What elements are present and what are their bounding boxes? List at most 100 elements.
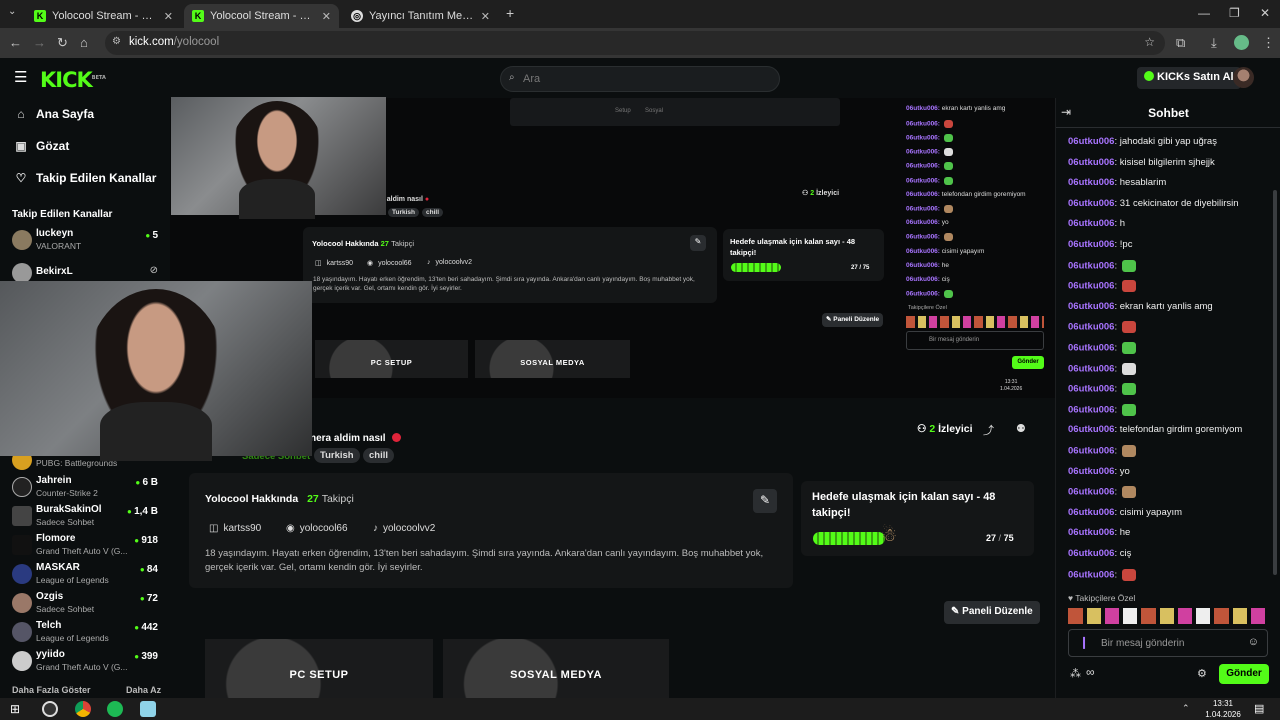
new-tab-icon[interactable]: + [506,5,514,21]
chat-username[interactable]: 06utku006 [1068,157,1114,168]
windows-start-icon[interactable]: ⊞ [10,702,20,716]
chat-username[interactable]: 06utku006 [1068,548,1114,559]
chat-username[interactable]: 06utku006 [1068,466,1114,477]
close-window-icon[interactable]: ✕ [1260,6,1270,20]
chat-username[interactable]: 06utku006 [1068,446,1114,457]
back-icon[interactable]: ← [9,35,22,50]
browser-tab-2[interactable]: K Yolocool Stream - Watch Live on ✕ [184,4,339,28]
chat-username[interactable]: 06utku006 [1068,343,1114,354]
panel-social-media[interactable]: SOSYAL MEDYA [443,639,669,698]
chat-message-input[interactable]: ❙ Bir mesaj gönderin ☺ [1068,629,1268,657]
follow-user-icon[interactable]: ⚉ [1016,422,1026,435]
channel-item[interactable]: MASKAR League of Legends 84 [10,561,160,589]
home-icon[interactable]: ⌂ [80,35,88,50]
notification-icon[interactable]: ▤ [1254,702,1264,715]
channel-item[interactable]: Jahrein Counter-Strike 2 6 B [10,474,160,502]
chat-scrollbar[interactable] [1273,190,1277,575]
avatar [12,263,32,283]
download-icon[interactable]: ⤓ [1211,35,1217,51]
follower-emotes-label: ♥ Takipçilere Özel [1068,593,1136,603]
microphone-icon[interactable]: ❙ [1079,635,1089,649]
hamburger-menu-icon[interactable]: ☰ [14,68,27,86]
chat-username[interactable]: 06utku006 [1068,281,1114,292]
search-input[interactable]: ⌕ Ara [500,66,780,92]
chat-username[interactable]: 06utku006 [1068,507,1114,518]
extensions-icon[interactable]: ⧉ [1176,35,1185,51]
close-tab-icon[interactable]: ✕ [481,10,490,23]
chat-username[interactable]: 06utku006 [1068,301,1114,312]
spotify-icon[interactable] [107,701,123,717]
chat-username[interactable]: 06utku006 [1068,384,1114,395]
edit-panels-button[interactable]: ✎ Paneli Düzenle [944,601,1040,624]
channel-item[interactable]: BurakSakinOl Sadece Sohbet 1,4 B [10,503,160,531]
tag-chill[interactable]: chill [363,448,395,463]
tray-chevron-icon[interactable]: ⌃ [1182,703,1190,714]
panel-pc-setup[interactable]: PC SETUP [205,639,433,698]
send-button[interactable]: Gönder [1219,664,1269,684]
channel-item[interactable]: luckeyn VALORANT 5 [10,227,160,255]
social-tiktok[interactable]: ♪ yolocoolvv2 [373,523,435,534]
goal-emote-icon: ☃ [881,525,898,545]
sidebar-item-browse[interactable]: ▣ Gözat [14,139,69,153]
chat-username[interactable]: 06utku006 [1068,260,1114,271]
share-icon[interactable]: ⤴ [983,422,994,438]
close-tab-icon[interactable]: ✕ [322,10,331,23]
edit-about-button[interactable]: ✎ [753,489,777,513]
taskbar-clock[interactable]: 13:31 1.04.2026 [1200,698,1246,720]
social-instagram[interactable]: ◫ kartss90 [209,523,261,534]
show-less-link[interactable]: Daha Az [126,685,161,695]
channel-item[interactable]: yyiido Grand Theft Auto V (G... 399 [10,648,160,676]
forward-icon[interactable]: → [33,35,46,50]
tab-list-icon[interactable]: ⌄ [8,6,16,17]
app-icon[interactable] [140,701,156,717]
viewers-icon: ⚇ [917,423,927,435]
chat-username[interactable]: 06utku006 [1068,218,1114,229]
avatar [12,506,32,526]
sidebar-item-home[interactable]: ⌂ Ana Sayfa [14,107,94,121]
profile-avatar[interactable] [1234,35,1249,50]
channel-item[interactable]: Telch League of Legends 442 [10,619,160,647]
kick-logo[interactable]: KICKBETA [40,68,106,92]
url-field[interactable]: ⚙ kick.com/yolocool ☆ [105,31,1165,55]
buy-kicks-button[interactable]: KICKs Satın Al [1137,67,1241,89]
maximize-icon[interactable]: ❐ [1229,6,1240,20]
instagram-icon: ◫ [209,523,219,534]
channel-item[interactable]: Ozgis Sadece Sohbet 72 [10,590,160,618]
user-avatar[interactable] [1233,67,1254,88]
emoji-icon[interactable]: ☺ [1248,636,1259,648]
chat-username[interactable]: 06utku006 [1068,136,1114,147]
browser-tab-1[interactable]: K Yolocool Stream - Watch Live on ✕ [26,4,181,28]
chat-username[interactable]: 06utku006 [1068,487,1114,498]
buy-kicks-label: KICKs Satın Al [1157,71,1234,83]
chrome-icon[interactable] [75,701,91,717]
kicks-balance-icon[interactable]: ⁂ [1070,667,1081,680]
chat-username[interactable]: 06utku006 [1068,322,1114,333]
pencil-icon: ✎ [951,606,960,617]
chat-username[interactable]: 06utku006 [1068,404,1114,415]
bookmark-star-icon[interactable]: ☆ [1144,35,1155,49]
chat-username[interactable]: 06utku006 [1068,177,1114,188]
chat-settings-icon[interactable]: ⚙ [1197,667,1207,680]
browser-tab-3[interactable]: ◎ Yayıncı Tanıtım Metni Düzenleme ✕ [343,4,498,28]
show-more-link[interactable]: Daha Fazla Göster [12,685,91,695]
follower-emote-row[interactable] [1068,608,1268,624]
chat-text: !pc [1119,239,1133,250]
obs-icon[interactable] [42,701,58,717]
close-tab-icon[interactable]: ✕ [164,10,173,23]
kicks-balance-value: ∞ [1086,665,1095,679]
chat-username[interactable]: 06utku006 [1068,363,1114,374]
minimize-icon[interactable]: — [1198,6,1210,20]
tag-turkish[interactable]: Turkish [314,448,360,463]
chat-username[interactable]: 06utku006 [1068,424,1114,435]
channel-item[interactable]: Flomore Grand Theft Auto V (G... 918 [10,532,160,560]
chat-username[interactable]: 06utku006 [1068,527,1114,538]
chat-username[interactable]: 06utku006 [1068,239,1114,250]
reload-icon[interactable]: ↻ [57,35,68,51]
chat-username[interactable]: 06utku006 [1068,198,1114,209]
sidebar-item-following[interactable]: ♡ Takip Edilen Kanallar [14,171,157,185]
viewer-count: 918 [134,535,158,546]
chat-username[interactable]: 06utku006 [1068,569,1114,580]
browser-menu-icon[interactable]: ⋮ [1262,35,1275,51]
site-info-icon[interactable]: ⚙ [112,36,121,47]
social-discord[interactable]: ◉ yolocool66 [286,523,348,534]
